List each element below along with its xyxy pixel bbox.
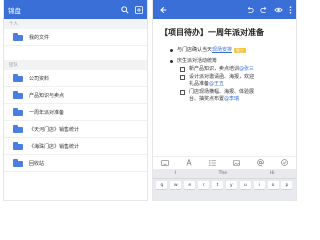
key-i[interactable]: i: [253, 181, 265, 189]
section-header-team: 团队: [4, 60, 147, 70]
list-item[interactable]: 与门店确认当天 现场安排 张三: [160, 47, 290, 54]
section-header-personal: 个人: [4, 19, 147, 29]
app-title: 锦盘: [8, 6, 21, 15]
preview-eye-icon[interactable]: [274, 6, 283, 14]
key-r[interactable]: r: [198, 181, 210, 189]
search-icon[interactable]: [121, 5, 129, 14]
suggestion-word[interactable]: Hi: [270, 171, 275, 176]
list-icon[interactable]: [209, 159, 216, 166]
inline-link[interactable]: 现场安排: [212, 47, 232, 54]
folder-my-files[interactable]: 我的文件: [4, 29, 147, 46]
folder-name: 产品知识与卖点: [29, 92, 65, 99]
document-body[interactable]: 【项目待办】一周年派对准备 与门店确认当天 现场安排 张三 庆生派对活动统筹 新…: [153, 19, 296, 103]
assignee-tag: 张三: [234, 48, 246, 53]
list-item[interactable]: 庆生派对活动统筹: [160, 58, 290, 65]
key-y[interactable]: y: [225, 181, 237, 189]
editor-app-bar: [153, 0, 296, 19]
folder-name: 我的文件: [29, 34, 50, 41]
mention[interactable]: @王五: [209, 81, 224, 88]
todo-item[interactable]: 设计派对邀请函、海报，欢迎: [160, 74, 290, 81]
todo-checkbox[interactable]: [180, 90, 185, 95]
folder-company[interactable]: 公司资料: [4, 70, 147, 87]
folder-name: 公司资料: [29, 75, 50, 82]
undo-icon[interactable]: [246, 6, 254, 14]
folder-name: 回收站: [29, 160, 45, 167]
folder-icon: [13, 159, 23, 167]
bullet-dot: [170, 49, 173, 52]
key-w[interactable]: w: [170, 181, 182, 189]
folder-icon: [13, 142, 23, 150]
bullet-dot: [170, 60, 173, 63]
folder-icon: [13, 108, 23, 116]
key-t[interactable]: t: [212, 181, 223, 189]
folder-party[interactable]: 一周年派对准备: [4, 104, 147, 121]
todo-item[interactable]: 门店现场横幅、海报、体验展: [160, 89, 290, 96]
folder-product[interactable]: 产品知识与卖点: [4, 87, 147, 104]
line-text: 门店现场横幅、海报、体验展: [189, 89, 255, 95]
keyboard-suggestions: I The Hi: [153, 169, 296, 179]
key-p[interactable]: p: [281, 181, 293, 189]
document-title: 【项目待办】一周年派对准备: [160, 28, 264, 37]
line-text: 礼品准备: [189, 81, 210, 87]
line-text: 台、抽奖点布置: [189, 96, 225, 102]
line-text: 庆生派对活动统筹: [177, 58, 218, 64]
folder-icon: [13, 33, 23, 41]
line-text: 与门店确认当天: [177, 47, 213, 53]
suggestion-word[interactable]: I: [174, 171, 175, 176]
document-editor-screen: 【项目待办】一周年派对准备 与门店确认当天 现场安排 张三 庆生派对活动统筹 新…: [153, 0, 296, 200]
todo-checkbox[interactable]: [180, 75, 185, 80]
keyboard-row: q w e r t y u i o p: [153, 179, 296, 189]
more-vertical-icon[interactable]: [289, 5, 292, 14]
folder-name: 《天河门店》销售统计: [29, 126, 80, 133]
soft-keyboard[interactable]: I The Hi q w e r t y u i o p: [153, 169, 296, 200]
text-format-icon[interactable]: [186, 159, 192, 166]
todo-checkbox[interactable]: [180, 67, 185, 72]
check-circle-icon[interactable]: [280, 159, 288, 166]
todo-item-continuation[interactable]: 台、抽奖点布置 @李瑞: [160, 96, 290, 103]
file-list-screen: 锦盘 个人 我的文件 团队 公司资料 产品知识与卖点 一周年派对准备 《天河门店…: [4, 0, 147, 200]
mention[interactable]: @李瑞: [224, 96, 239, 103]
back-arrow-icon[interactable]: [157, 6, 169, 14]
folder-icon: [13, 74, 23, 82]
keyboard-icon[interactable]: [161, 159, 170, 166]
folder-name: 一周年派对准备: [29, 109, 65, 116]
line-text: 新产品知识，卖点培训: [189, 66, 240, 72]
line-text: 设计派对邀请函、海报，欢迎: [189, 74, 255, 80]
folder-tianhe[interactable]: 《天河门店》销售统计: [4, 121, 147, 138]
suggestion-word[interactable]: The: [219, 171, 227, 176]
folder-haizhu[interactable]: 《海珠门店》销售统计: [4, 138, 147, 155]
key-o[interactable]: o: [267, 181, 279, 189]
mention[interactable]: @张三: [239, 66, 254, 73]
key-u[interactable]: u: [239, 181, 251, 189]
key-q[interactable]: q: [156, 181, 168, 189]
folder-recycle-bin[interactable]: 回收站: [4, 155, 147, 172]
todo-item[interactable]: 新产品知识，卖点培训 @张三: [160, 66, 290, 73]
add-icon[interactable]: [135, 5, 143, 14]
redo-icon[interactable]: [260, 6, 268, 14]
mention-icon[interactable]: [256, 159, 264, 166]
folder-icon: [13, 125, 23, 133]
image-icon[interactable]: [233, 159, 240, 166]
folder-name: 《海珠门店》销售统计: [29, 143, 80, 150]
app-bar: 锦盘: [4, 0, 147, 19]
todo-item-continuation[interactable]: 礼品准备 @王五: [160, 81, 290, 88]
folder-icon: [13, 91, 23, 99]
key-e[interactable]: e: [184, 181, 196, 189]
format-toolbar: [153, 156, 296, 168]
